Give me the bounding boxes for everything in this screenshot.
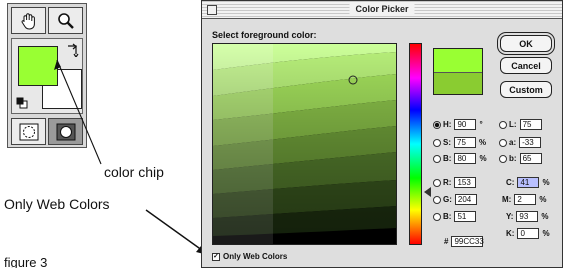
saturation-unit: % bbox=[479, 138, 487, 147]
brightness-radio[interactable] bbox=[433, 154, 441, 163]
red-row: R: 153 bbox=[433, 177, 479, 188]
red-field[interactable]: 153 bbox=[454, 177, 477, 188]
select-color-prompt: Select foreground color: bbox=[212, 30, 317, 40]
blue-field[interactable]: 51 bbox=[454, 211, 477, 222]
magenta-unit: % bbox=[539, 195, 547, 204]
custom-button[interactable]: Custom bbox=[500, 81, 552, 98]
lab-l-radio[interactable] bbox=[499, 120, 507, 129]
color-comparison-swatch bbox=[433, 48, 483, 95]
color-chip-caption: color chip bbox=[104, 164, 164, 180]
yellow-label: Y: bbox=[506, 212, 514, 221]
hue-radio[interactable] bbox=[433, 120, 441, 129]
color-picker-window: Color Picker Select foreground color: OK… bbox=[201, 0, 563, 268]
blue-radio[interactable] bbox=[433, 212, 441, 221]
window-titlebar[interactable]: Color Picker bbox=[202, 1, 562, 19]
lab-a-field[interactable]: -33 bbox=[519, 137, 542, 148]
saturation-label: S: bbox=[443, 138, 451, 147]
cancel-button[interactable]: Cancel bbox=[500, 57, 552, 74]
yellow-row: Y: 93 % bbox=[506, 211, 549, 222]
annotation-arrows bbox=[54, 59, 208, 255]
green-field[interactable]: 204 bbox=[454, 194, 477, 205]
hex-label: # bbox=[444, 237, 449, 246]
blue-row: B: 51 bbox=[433, 211, 479, 222]
black-label: K: bbox=[506, 229, 515, 238]
hue-slider[interactable] bbox=[409, 43, 422, 245]
green-row: G: 204 bbox=[433, 194, 480, 205]
magenta-field[interactable]: 2 bbox=[514, 194, 537, 205]
only-web-colors-caption: Only Web Colors bbox=[4, 196, 110, 212]
red-label: R: bbox=[443, 178, 452, 187]
red-radio[interactable] bbox=[433, 178, 441, 187]
lab-b-field[interactable]: 65 bbox=[519, 153, 542, 164]
brightness-unit: % bbox=[479, 154, 487, 163]
lab-b-radio[interactable] bbox=[499, 154, 507, 163]
figure-caption: figure 3 bbox=[4, 255, 48, 268]
saturation-radio[interactable] bbox=[433, 138, 441, 147]
only-web-colors-label: Only Web Colors bbox=[223, 252, 288, 261]
hue-field[interactable]: 90 bbox=[454, 119, 477, 130]
saturation-field[interactable]: 75 bbox=[454, 137, 476, 148]
green-label: G: bbox=[443, 195, 452, 204]
hue-row: H: 90 ° bbox=[433, 119, 483, 130]
lab-l-label: L: bbox=[509, 120, 517, 129]
brightness-row: B: 80 % bbox=[433, 153, 487, 164]
close-box-icon[interactable] bbox=[207, 5, 217, 15]
blue-label: B: bbox=[443, 212, 452, 221]
lab-a-radio[interactable] bbox=[499, 138, 507, 147]
black-row: K: 0 % bbox=[506, 228, 550, 239]
magenta-label: M: bbox=[502, 195, 512, 204]
yellow-field[interactable]: 93 bbox=[516, 211, 539, 222]
yellow-unit: % bbox=[541, 212, 549, 221]
brightness-label: B: bbox=[443, 154, 452, 163]
cyan-field[interactable]: 41 bbox=[517, 177, 540, 188]
magenta-row: M: 2 % bbox=[502, 194, 546, 205]
window-title: Color Picker bbox=[349, 4, 415, 14]
cyan-row: C: 41 % bbox=[506, 177, 550, 188]
only-web-colors-option[interactable]: ✓ Only Web Colors bbox=[212, 252, 287, 261]
hue-label: H: bbox=[443, 120, 452, 129]
lab-b-label: b: bbox=[509, 154, 517, 163]
lab-l-row: L: 75 bbox=[499, 119, 545, 130]
new-color-swatch bbox=[434, 49, 482, 72]
color-field-bands bbox=[213, 44, 396, 244]
lab-b-row: b: 65 bbox=[499, 153, 545, 164]
cyan-unit: % bbox=[542, 178, 550, 187]
green-radio[interactable] bbox=[433, 195, 441, 204]
current-color-swatch[interactable] bbox=[434, 72, 482, 94]
hex-row: # 99CC33 bbox=[444, 236, 486, 247]
lab-l-field[interactable]: 75 bbox=[519, 119, 542, 130]
lab-a-row: a: -33 bbox=[499, 137, 544, 148]
only-web-colors-checkbox[interactable]: ✓ bbox=[212, 252, 220, 261]
black-unit: % bbox=[542, 229, 550, 238]
hue-slider-arrow-icon[interactable] bbox=[424, 187, 431, 197]
color-field[interactable] bbox=[212, 43, 397, 245]
brightness-field[interactable]: 80 bbox=[454, 153, 477, 164]
saturation-row: S: 75 % bbox=[433, 137, 486, 148]
lab-a-label: a: bbox=[509, 138, 517, 147]
hex-field[interactable]: 99CC33 bbox=[451, 236, 484, 247]
hue-unit: ° bbox=[479, 120, 483, 129]
black-field[interactable]: 0 bbox=[517, 228, 540, 239]
cyan-label: C: bbox=[506, 178, 515, 187]
ok-button[interactable]: OK bbox=[500, 35, 552, 52]
